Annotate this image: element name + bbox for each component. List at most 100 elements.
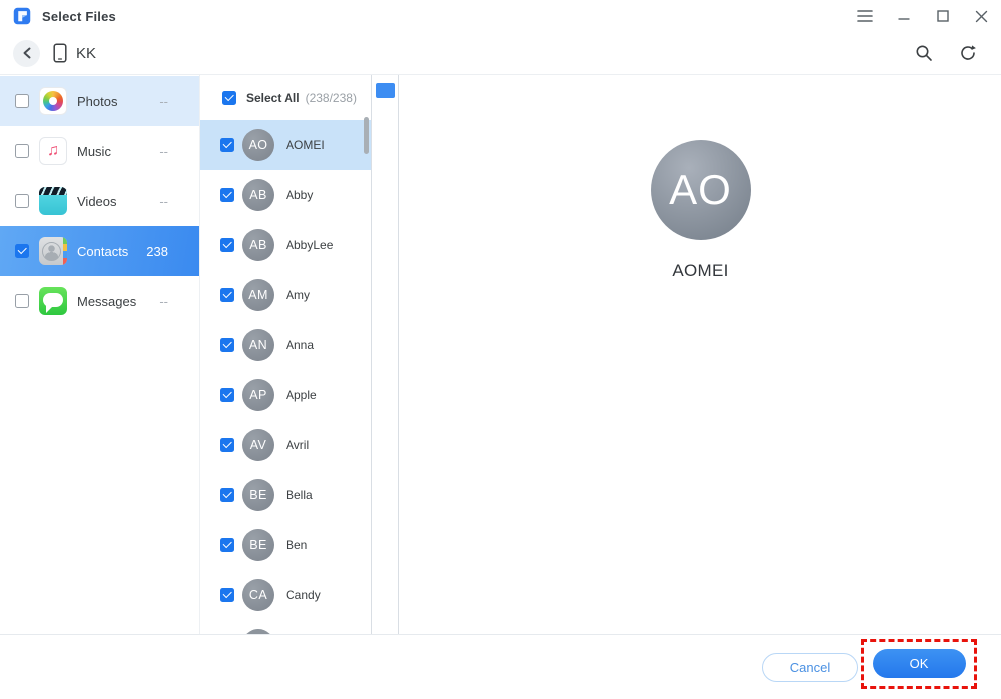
category-checkbox[interactable] (15, 94, 29, 108)
alphabet-letter[interactable] (376, 220, 395, 235)
alphabet-index (372, 75, 399, 634)
app-logo-icon (13, 7, 31, 25)
category-checkbox[interactable] (15, 194, 29, 208)
contact-checkbox[interactable] (220, 138, 234, 152)
contact-checkbox[interactable] (220, 388, 234, 402)
contact-name: Avril (286, 438, 309, 452)
sidebar-item[interactable]: Messages -- (0, 276, 199, 326)
contact-checkbox[interactable] (220, 538, 234, 552)
messages-icon (39, 287, 67, 315)
category-count: -- (159, 144, 168, 159)
sidebar-item[interactable]: Contacts 238 (0, 226, 199, 276)
alphabet-letter[interactable] (376, 144, 395, 159)
category-count: -- (159, 294, 168, 309)
menu-icon[interactable] (845, 0, 884, 32)
back-button[interactable] (13, 40, 40, 67)
contact-row[interactable]: AB AbbyLee (200, 220, 371, 270)
alphabet-letter[interactable] (376, 129, 395, 144)
alphabet-letter[interactable] (376, 356, 395, 371)
contact-checkbox[interactable] (220, 438, 234, 452)
contact-avatar: BE (242, 529, 274, 561)
contact-row[interactable]: BE Bella (200, 470, 371, 520)
contact-row[interactable]: CA Candy (200, 570, 371, 620)
alphabet-letter[interactable] (376, 387, 395, 402)
red-dashed-annotation: OK (861, 639, 977, 689)
contact-name: Ben (286, 538, 307, 552)
contact-avatar: AN (242, 329, 274, 361)
list-scrollbar-thumb[interactable] (364, 117, 369, 154)
alphabet-letter[interactable] (376, 98, 395, 113)
alphabet-letter[interactable] (376, 402, 395, 417)
contact-checkbox[interactable] (220, 188, 234, 202)
alphabet-letter[interactable] (376, 174, 395, 189)
contact-avatar: CA (242, 579, 274, 611)
app-window: Select Files KK (0, 0, 1001, 699)
alphabet-letter[interactable] (376, 478, 395, 493)
alphabet-letter[interactable] (376, 235, 395, 250)
ok-button[interactable]: OK (873, 649, 966, 678)
contact-row[interactable]: AV Avril (200, 420, 371, 470)
select-all-row[interactable]: Select All (238/238) (200, 75, 371, 120)
alphabet-letter[interactable] (376, 159, 395, 174)
photos-icon (39, 87, 67, 115)
contact-row[interactable]: AN Anna (200, 320, 371, 370)
contact-row[interactable]: AP Apple (200, 370, 371, 420)
contact-row[interactable]: BE Ben (200, 520, 371, 570)
search-icon[interactable] (915, 44, 933, 62)
sidebar-item[interactable]: Photos -- (0, 76, 199, 126)
category-checkbox[interactable] (15, 294, 29, 308)
alphabet-letter[interactable] (376, 189, 395, 204)
contact-checkbox[interactable] (220, 238, 234, 252)
alphabet-letter[interactable] (376, 265, 395, 280)
contact-name: Abby (286, 188, 313, 202)
alphabet-letter[interactable] (376, 463, 395, 478)
sidebar-item[interactable]: Music -- (0, 126, 199, 176)
alphabet-letter[interactable] (376, 83, 395, 98)
contact-avatar: BE (242, 479, 274, 511)
contact-row[interactable]: AO AOMEI (200, 120, 371, 170)
alphabet-letter[interactable] (376, 432, 395, 447)
alphabet-letter[interactable] (376, 296, 395, 311)
category-count: -- (159, 94, 168, 109)
contact-name: Amy (286, 288, 310, 302)
contact-row[interactable]: AM Amy (200, 270, 371, 320)
alphabet-letter[interactable] (376, 372, 395, 387)
contact-checkbox[interactable] (220, 488, 234, 502)
category-checkbox[interactable] (15, 144, 29, 158)
sidebar-item[interactable]: Videos -- (0, 176, 199, 226)
contact-checkbox[interactable] (220, 338, 234, 352)
alphabet-letter[interactable] (376, 417, 395, 432)
contact-avatar: AP (242, 379, 274, 411)
category-sidebar: Photos -- Music -- Videos -- (0, 75, 200, 634)
phone-icon (53, 43, 67, 63)
contact-list-panel: Select All (238/238) AO AOMEI AB Abby (200, 75, 372, 634)
footer: Cancel OK (0, 634, 1001, 699)
select-all-checkbox[interactable] (222, 91, 236, 105)
contact-row[interactable]: AB Abby (200, 170, 371, 220)
maximize-button[interactable] (923, 0, 962, 32)
category-checkbox[interactable] (15, 244, 29, 258)
alphabet-letter[interactable] (376, 311, 395, 326)
minimize-button[interactable] (884, 0, 923, 32)
refresh-icon[interactable] (959, 44, 977, 62)
alphabet-letter[interactable] (376, 280, 395, 295)
alphabet-letter[interactable] (376, 326, 395, 341)
alphabet-letter[interactable] (376, 250, 395, 265)
alphabet-letter[interactable] (376, 205, 395, 220)
category-count: 238 (146, 244, 168, 259)
cancel-button[interactable]: Cancel (762, 653, 858, 682)
window-controls (845, 0, 1001, 32)
contact-checkbox[interactable] (220, 588, 234, 602)
device-name: KK (76, 45, 96, 62)
contact-name: Candy (286, 588, 321, 602)
alphabet-letter[interactable] (376, 113, 395, 128)
alphabet-letter[interactable] (376, 448, 395, 463)
close-button[interactable] (962, 0, 1001, 32)
category-label: Contacts (77, 244, 128, 259)
contact-detail-avatar: AO (651, 140, 751, 240)
alphabet-letter[interactable] (376, 341, 395, 356)
contact-name: Bella (286, 488, 313, 502)
contact-avatar: AO (242, 129, 274, 161)
category-count: -- (159, 194, 168, 209)
contact-checkbox[interactable] (220, 288, 234, 302)
